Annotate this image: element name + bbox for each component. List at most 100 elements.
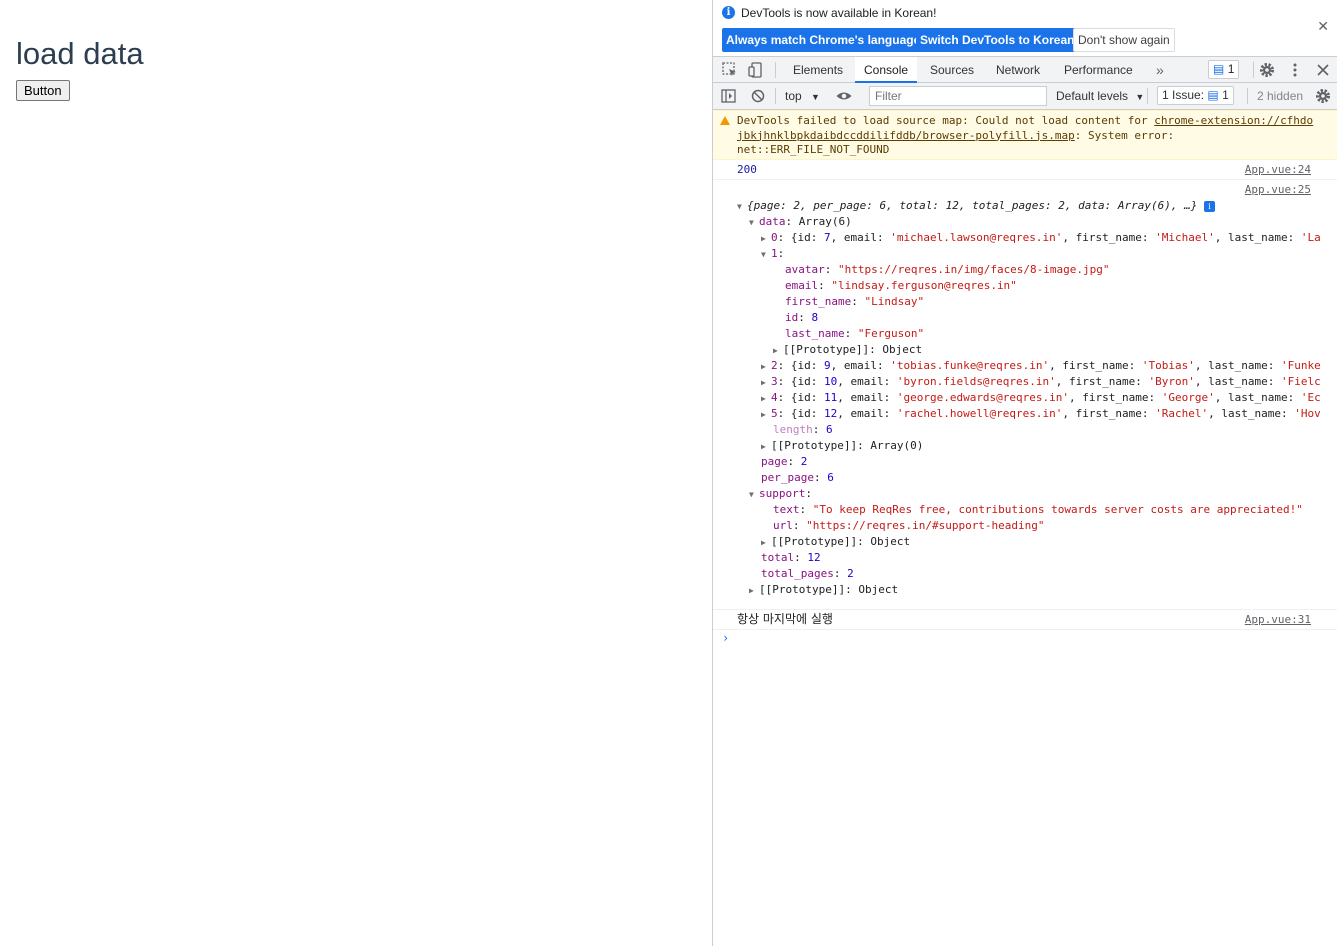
dropdown-arrow-icon: ▼ [811, 92, 820, 102]
prop-avatar: avatar: "https://reqres.in/img/faces/8-i… [785, 263, 1110, 276]
settings-gear-icon[interactable] [1258, 61, 1276, 79]
expand-triangle-icon: ▼ [761, 250, 766, 259]
inspect-element-icon[interactable] [721, 61, 739, 79]
page-heading: load data [16, 36, 144, 71]
expand-triangle-icon: ▶ [773, 346, 778, 355]
expand-triangle-icon: ▼ [749, 490, 754, 499]
console-settings-gear-icon[interactable] [1314, 87, 1332, 105]
prompt-chevron-icon: › [722, 631, 730, 645]
tree-node-item-4[interactable]: ▶ 4: {id: 11, email: 'george.edwards@reqr… [761, 390, 1321, 406]
warning-icon [720, 116, 730, 125]
prop-id: id: 8 [785, 311, 819, 324]
log-source-link[interactable]: App.vue:24 [1245, 163, 1311, 176]
prop-prototype[interactable]: ▶ [[Prototype]]: Object [773, 342, 922, 358]
console-filter-input[interactable] [869, 86, 1047, 106]
tree-node-item-2[interactable]: ▶ 2: {id: 9, email: 'tobias.funke@reqres.… [761, 358, 1321, 374]
infobar-message: DevTools is now available in Korean! [741, 6, 937, 20]
warning-suffix: : System error: [1074, 128, 1175, 142]
prop-page: page: 2 [761, 455, 808, 468]
warning-message: DevTools failed to load source map: Coul… [713, 110, 1337, 160]
toolbar-divider [1147, 88, 1148, 104]
log-source-link[interactable]: App.vue:31 [1245, 613, 1311, 626]
prop-support-prototype[interactable]: ▶ [[Prototype]]: Object [761, 534, 910, 550]
sidebar-toggle-icon[interactable] [720, 87, 738, 105]
more-tabs-icon[interactable]: » [1147, 57, 1173, 83]
console-log-object: App.vue:25 ▼ {page: 2, per_page: 6, total… [713, 180, 1337, 610]
expand-triangle-icon: ▶ [761, 410, 766, 419]
prop-per-page: per_page: 6 [761, 471, 834, 484]
devtools-panel: i DevTools is now available in Korean! ✕… [712, 0, 1337, 946]
expand-triangle-icon: ▶ [761, 538, 766, 547]
prop-total: total: 12 [761, 551, 821, 564]
expand-triangle-icon: ▼ [737, 202, 742, 211]
prop-total-pages: total_pages: 2 [761, 567, 854, 580]
tab-performance[interactable]: Performance [1055, 57, 1142, 83]
dont-show-again-button[interactable]: Don't show again [1073, 28, 1175, 52]
match-language-button[interactable]: Always match Chrome's language [722, 28, 925, 52]
web-page: load data Button [0, 0, 712, 946]
context-selector[interactable]: top ▼ [785, 89, 820, 103]
load-button[interactable]: Button [16, 80, 70, 101]
prop-last-name: last_name: "Ferguson" [785, 327, 925, 340]
prop-value: Array(6) [798, 215, 852, 228]
close-devtools-icon[interactable] [1314, 61, 1332, 79]
tree-node-support[interactable]: ▼ support: [749, 486, 812, 502]
console-log-200: 200 App.vue:24 [713, 160, 1337, 180]
object-summary[interactable]: ▼ {page: 2, per_page: 6, total: 12, total… [737, 198, 1215, 214]
messages-badge[interactable]: ▤ 1 [1208, 60, 1240, 79]
tab-console[interactable]: Console [855, 57, 918, 83]
log-levels-dropdown[interactable]: Default levels ▼ [1056, 89, 1144, 103]
log-value: 항상 마지막에 실행 [737, 612, 833, 626]
tab-sources[interactable]: Sources [921, 57, 983, 83]
warning-error-code: net::ERR_FILE_NOT_FOUND [737, 143, 890, 156]
console-prompt-row[interactable]: › [713, 630, 1337, 650]
devtools-tabbar: Elements Console Sources Network Perform… [713, 57, 1337, 83]
toolbar-divider [775, 88, 776, 104]
expand-triangle-icon: ▶ [761, 362, 766, 371]
more-options-icon[interactable] [1286, 61, 1304, 79]
tree-node-item-0[interactable]: ▶ 0: {id: 7, email: 'michael.lawson@reqre… [761, 230, 1321, 246]
source-map-link-cont[interactable]: jbkjhnklbpkdaibdccddilifddb/browser-poly… [737, 129, 1075, 142]
console-log-korean: 항상 마지막에 실행 App.vue:31 [713, 610, 1337, 630]
console-output: DevTools failed to load source map: Coul… [713, 110, 1337, 946]
prop-array-prototype[interactable]: ▶ [[Prototype]]: Array(0) [761, 438, 923, 454]
prop-support-text: text: "To keep ReqRes free, contribution… [773, 503, 1303, 516]
language-infobar: i DevTools is now available in Korean! ✕… [713, 0, 1337, 57]
messages-count: 1 [1227, 62, 1235, 76]
message-icon: ▤ [1213, 62, 1225, 76]
prop-root-prototype[interactable]: ▶ [[Prototype]]: Object [749, 582, 898, 598]
prop-key: data [759, 215, 786, 228]
source-map-link[interactable]: chrome-extension://cfhdo [1154, 114, 1313, 127]
log-levels-label: Default levels [1056, 89, 1129, 103]
tab-elements[interactable]: Elements [784, 57, 852, 83]
tree-node-data[interactable]: ▼ data: Array(6) [749, 214, 852, 230]
object-summary-text: {page: 2, per_page: 6, total: 12, total_… [747, 199, 1198, 212]
clear-console-icon[interactable] [749, 87, 767, 105]
dropdown-arrow-icon: ▼ [1135, 92, 1145, 102]
expand-triangle-icon: ▶ [761, 378, 766, 387]
tree-node-item-5[interactable]: ▶ 5: {id: 12, email: 'rachel.howell@reqre… [761, 406, 1321, 422]
expand-triangle-icon: ▶ [761, 234, 766, 243]
expand-triangle-icon: ▶ [749, 586, 754, 595]
prop-length: length: 6 [773, 423, 833, 436]
issues-count: 1 [1222, 88, 1229, 102]
tree-node-item-1[interactable]: ▼ 1: [761, 246, 784, 262]
hidden-count: 2 hidden [1257, 89, 1304, 103]
toolbar-divider [1253, 62, 1254, 78]
info-icon: i [1203, 201, 1215, 212]
console-toolbar: top ▼ Default levels ▼ 1 Issue: ▤ 1 2 hi… [713, 83, 1337, 110]
expand-triangle-icon: ▶ [761, 394, 766, 403]
context-value: top [785, 89, 802, 103]
issues-label: 1 Issue: [1162, 88, 1205, 102]
issues-button[interactable]: 1 Issue: ▤ 1 [1157, 86, 1234, 105]
prop-email: email: "lindsay.ferguson@reqres.in" [785, 279, 1017, 292]
device-toolbar-icon[interactable] [747, 61, 765, 79]
tree-node-item-3[interactable]: ▶ 3: {id: 10, email: 'byron.fields@reqres… [761, 374, 1321, 390]
info-icon: i [722, 6, 735, 19]
log-source-link[interactable]: App.vue:25 [1245, 183, 1311, 196]
tab-network[interactable]: Network [987, 57, 1049, 83]
toolbar-divider [775, 62, 776, 78]
live-expression-eye-icon[interactable] [835, 87, 853, 105]
switch-korean-button[interactable]: Switch DevTools to Korean [916, 28, 1079, 52]
close-icon[interactable]: ✕ [1317, 18, 1329, 35]
